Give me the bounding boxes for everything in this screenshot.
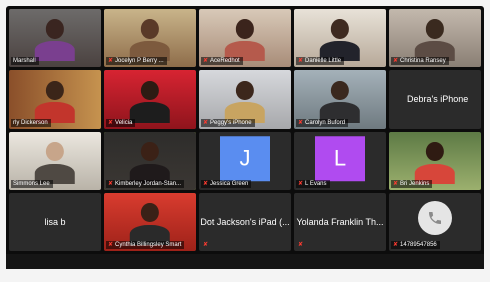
participant-figure [414, 141, 456, 184]
participant-figure [34, 141, 76, 184]
mic-muted-icon: ✘ [203, 58, 209, 65]
participant-tile-velicia[interactable]: ✘ Velicia [104, 70, 196, 129]
mic-muted-icon: ✘ [108, 242, 114, 248]
zoom-window: Marshall ✘ Jocelyn P Berry ... ✘ AceRedh [6, 6, 484, 269]
participant-tile-marshall[interactable]: Marshall [9, 9, 101, 68]
participant-name-text: Yolanda Franklin Th... [296, 216, 384, 227]
participant-figure [129, 141, 171, 184]
gallery-grid: Marshall ✘ Jocelyn P Berry ... ✘ AceRedh [6, 6, 484, 254]
bottom-strip [6, 254, 484, 269]
mic-muted-icon: ✘ [298, 180, 304, 187]
participant-name-label: ✘ Carolyn Buford [296, 118, 349, 127]
participant-tile-phone-caller[interactable]: ✘ 14789547856 [389, 192, 481, 251]
participant-name-label: ✘ Cynthia Billingsley Smart [106, 241, 185, 249]
mic-muted-icon: ✘ [393, 180, 399, 187]
participant-figure [319, 19, 361, 62]
participant-figure [319, 80, 361, 123]
participant-name-label: ✘ L Evans [296, 179, 330, 188]
mic-muted-icon: ✘ [393, 242, 399, 248]
participant-tile-jocelyn[interactable]: ✘ Jocelyn P Berry ... [104, 9, 196, 68]
participant-tile-christina[interactable]: ✘ Christina Ransey [389, 9, 481, 68]
participant-name-label: ✘ Kimberley Jordan-Stan... [106, 179, 185, 188]
participant-figure [414, 19, 456, 62]
participant-figure [224, 80, 266, 123]
mic-muted-icon: ✘ [108, 119, 114, 126]
participant-name-label: ✘ AceRedhot [201, 57, 243, 66]
participant-tile-cynthia[interactable]: ✘ Cynthia Billingsley Smart [104, 192, 196, 251]
participant-tile-dickerson[interactable]: rly Dickerson [9, 70, 101, 129]
participant-tile-l-evans[interactable]: L ✘ L Evans [294, 131, 386, 190]
participant-figure [129, 80, 171, 123]
participant-name-label: ✘ Peggy's iPhone [201, 118, 255, 127]
participant-name-label: Marshall [11, 57, 39, 66]
participant-name-label: ✘ Christina Ransey [391, 57, 449, 66]
participant-name-text: lisa b [44, 216, 66, 227]
participant-status: ✘ [201, 241, 211, 249]
participant-tile-acerdhot[interactable]: ✘ AceRedhot [199, 9, 291, 68]
participant-name-label: ✘ Bri Jenkins [391, 179, 433, 188]
participant-tile-danielle[interactable]: ✘ Danielle Little [294, 9, 386, 68]
participant-name-label: rly Dickerson [11, 118, 51, 127]
participant-figure [34, 19, 76, 62]
mic-muted-icon: ✘ [203, 242, 209, 248]
phone-icon [418, 201, 452, 236]
participant-tile-yolanda[interactable]: Yolanda Franklin Th... ✘ [294, 192, 386, 251]
participant-figure [129, 19, 171, 62]
participant-tile-peggy[interactable]: ✘ Peggy's iPhone [199, 70, 291, 129]
participant-tile-kimberley[interactable]: ✘ Kimberley Jordan-Stan... [104, 131, 196, 190]
participant-tile-bri[interactable]: ✘ Bri Jenkins [389, 131, 481, 190]
participant-name-text: Dot Jackson's iPad (... [200, 216, 290, 227]
participant-tile-debra[interactable]: Debra's iPhone [389, 70, 481, 129]
avatar-initial: J [220, 135, 270, 181]
mic-muted-icon: ✘ [298, 242, 304, 248]
mic-muted-icon: ✘ [203, 180, 209, 187]
participant-tile-dot-jackson[interactable]: Dot Jackson's iPad (... ✘ [199, 192, 291, 251]
mic-muted-icon: ✘ [108, 58, 114, 65]
participant-tile-jessica[interactable]: J ✘ Jessica Green [199, 131, 291, 190]
participant-name-label: ✘ Velicia [106, 118, 136, 127]
participant-tile-simmons[interactable]: Simmons Lee [9, 131, 101, 190]
participant-name-label: ✘ Danielle Little [296, 57, 345, 66]
mic-muted-icon: ✘ [298, 119, 304, 126]
mic-muted-icon: ✘ [393, 58, 399, 65]
avatar-initial: L [315, 135, 365, 181]
participant-figure [129, 203, 171, 245]
mic-muted-icon: ✘ [298, 58, 304, 65]
participant-status: ✘ [296, 241, 306, 249]
participant-tile-lisa[interactable]: lisa b [9, 192, 101, 251]
participant-tile-carolyn[interactable]: ✘ Carolyn Buford [294, 70, 386, 129]
participant-name-label: ✘ 14789547856 [391, 241, 440, 249]
participant-name-label: Simmons Lee [11, 179, 53, 188]
mic-muted-icon: ✘ [108, 180, 114, 187]
participant-figure [224, 19, 266, 62]
participant-name-label: ✘ Jessica Green [201, 179, 252, 188]
mic-muted-icon: ✘ [203, 119, 209, 126]
participant-name-text: Debra's iPhone [407, 94, 469, 105]
participant-figure [34, 80, 76, 123]
participant-name-label: ✘ Jocelyn P Berry ... [106, 57, 167, 66]
